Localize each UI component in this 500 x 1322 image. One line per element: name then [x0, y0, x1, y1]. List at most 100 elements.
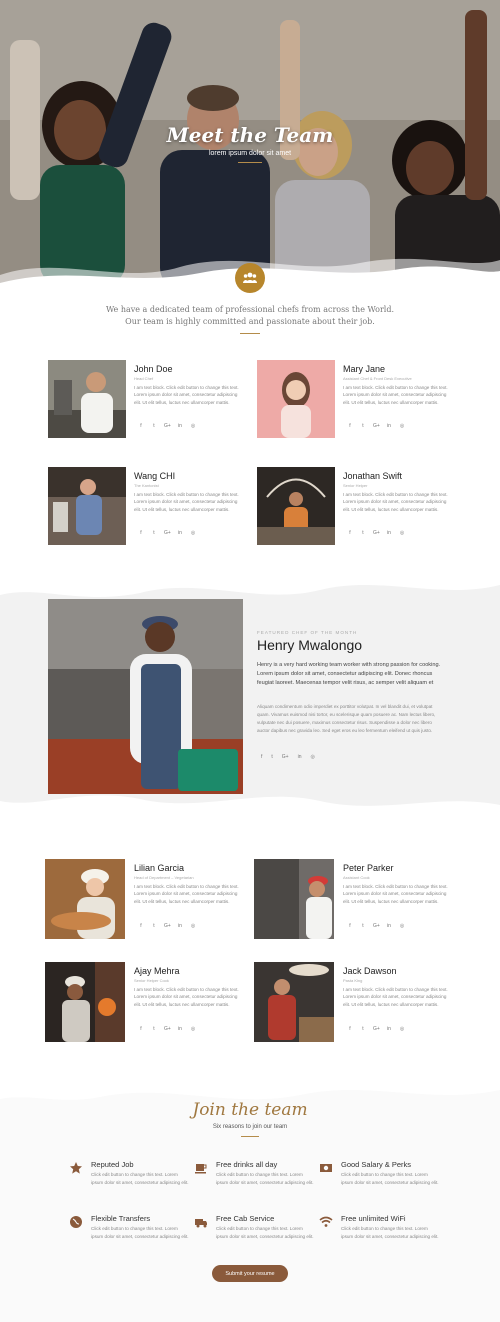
twitter-icon[interactable]: t: [360, 923, 366, 929]
hero-title: Meet the Team: [166, 123, 334, 147]
google-plus-icon[interactable]: G+: [373, 923, 380, 929]
google-plus-icon[interactable]: G+: [164, 423, 171, 429]
linkedin-icon[interactable]: in: [177, 1026, 183, 1032]
wifi-icon-svg: [319, 1216, 333, 1227]
team-card-ajay-mehra: Ajay Mehra Senior Helper Cook I am text …: [45, 962, 250, 1042]
reason-salary-perks: Good Salary & Perks Click edit button to…: [318, 1160, 448, 1200]
google-plus-icon[interactable]: G+: [164, 923, 171, 929]
member-name: John Doe: [134, 364, 173, 374]
featured-chef-photo: [48, 599, 243, 794]
chef-photo: [45, 962, 125, 1042]
google-plus-icon[interactable]: G+: [373, 1026, 380, 1032]
join-subtitle: Six reasons to join our team: [212, 1124, 288, 1130]
coffee-icon: [193, 1160, 209, 1176]
social-links: f t G+ in ◎: [138, 1026, 196, 1032]
hero-subtitle: lorem ipsum dolor sit amet: [208, 150, 292, 157]
instagram-icon[interactable]: ◎: [190, 423, 196, 429]
facebook-icon[interactable]: f: [347, 923, 353, 929]
facebook-icon[interactable]: f: [138, 530, 144, 536]
instagram-icon[interactable]: ◎: [399, 1026, 405, 1032]
twitter-icon[interactable]: t: [151, 923, 157, 929]
twitter-icon[interactable]: t: [271, 754, 272, 760]
team-card-lilian-garcia: Lilian Garcia Head of Department – Veget…: [45, 859, 250, 939]
linkedin-icon[interactable]: in: [386, 423, 392, 429]
globe-icon-svg: [70, 1216, 82, 1228]
featured-kicker: FEATURED CHEF OF THE MONTH: [257, 630, 358, 635]
member-name: Jack Dawson: [343, 966, 397, 976]
twitter-icon[interactable]: t: [360, 530, 366, 536]
reason-desc: Click edit button to change this text. L…: [341, 1226, 439, 1239]
member-role: Assistant Cook: [343, 875, 370, 880]
google-plus-icon[interactable]: G+: [164, 530, 171, 536]
member-name: Mary Jane: [343, 364, 386, 374]
instagram-icon[interactable]: ◎: [399, 923, 405, 929]
instagram-icon[interactable]: ◎: [399, 423, 405, 429]
social-links: f t G+ in ◎: [347, 1026, 405, 1032]
linkedin-icon[interactable]: in: [386, 530, 392, 536]
team-icon: [243, 272, 257, 283]
facebook-icon[interactable]: f: [347, 530, 353, 536]
coffee-icon-svg: [195, 1164, 207, 1174]
instagram-icon[interactable]: ◎: [190, 1026, 196, 1032]
member-role: Senior Helper: [343, 483, 368, 488]
team-photo: [45, 859, 125, 939]
twitter-icon[interactable]: t: [151, 423, 157, 429]
reason-title: Free drinks all day: [216, 1160, 278, 1169]
instagram-icon[interactable]: ◎: [399, 530, 405, 536]
facebook-icon[interactable]: f: [347, 1026, 353, 1032]
linkedin-icon[interactable]: in: [177, 923, 183, 929]
facebook-icon[interactable]: f: [347, 423, 353, 429]
truck-icon-svg: [195, 1219, 207, 1228]
team-photo: [254, 962, 334, 1042]
instagram-icon[interactable]: ◎: [190, 530, 196, 536]
team-photo: [257, 467, 335, 545]
facebook-icon[interactable]: f: [138, 423, 144, 429]
team-photo: [254, 859, 334, 939]
twitter-icon[interactable]: t: [151, 1026, 157, 1032]
google-plus-icon[interactable]: G+: [282, 754, 289, 760]
wifi-icon: [318, 1214, 334, 1230]
google-plus-icon[interactable]: G+: [373, 423, 380, 429]
member-name: Jonathan Swift: [343, 471, 403, 481]
social-links: f t G+ in ◎: [347, 530, 405, 536]
money-icon-svg: [320, 1164, 332, 1172]
featured-intro: Henry is a very hard working team worker…: [257, 662, 441, 686]
facebook-icon[interactable]: f: [138, 1026, 144, 1032]
linkedin-icon[interactable]: in: [177, 530, 183, 536]
facebook-icon[interactable]: f: [261, 754, 262, 760]
globe-icon: [68, 1214, 84, 1230]
member-role: Senior Helper Cook: [134, 978, 169, 983]
member-name: Ajay Mehra: [134, 966, 180, 976]
reason-free-cab: Free Cab Service Click edit button to ch…: [193, 1214, 323, 1254]
team-photo: [48, 467, 126, 545]
reason-free-wifi: Free unlimited WiFi Click edit button to…: [318, 1214, 448, 1254]
reason-desc: Click edit button to change this text. L…: [216, 1226, 314, 1239]
linkedin-icon[interactable]: in: [386, 1026, 392, 1032]
twitter-icon[interactable]: t: [151, 530, 157, 536]
star-icon-svg: [70, 1162, 82, 1174]
reason-desc: Click edit button to change this text. L…: [216, 1172, 314, 1185]
google-plus-icon[interactable]: G+: [164, 1026, 171, 1032]
linkedin-icon[interactable]: in: [298, 754, 302, 760]
google-plus-icon[interactable]: G+: [373, 530, 380, 536]
featured-body: Aliquam condimentum odio imperdiet ex po…: [257, 704, 436, 733]
linkedin-icon[interactable]: in: [386, 923, 392, 929]
truck-icon: [193, 1214, 209, 1230]
reason-reputed-job: Reputed Job Click edit button to change …: [68, 1160, 198, 1200]
social-links: f t G+ in ◎: [138, 423, 196, 429]
twitter-icon[interactable]: t: [360, 1026, 366, 1032]
team-card-wang-chi: Wang CHI The Kantonist I am text block. …: [48, 467, 248, 547]
submit-resume-button[interactable]: Submit your resume: [212, 1265, 288, 1282]
member-bio: I am text block. Click edit button to ch…: [343, 884, 448, 904]
member-bio: I am text block. Click edit button to ch…: [343, 987, 448, 1007]
instagram-icon[interactable]: ◎: [311, 754, 315, 760]
featured-social-links: f t G+ in ◎: [261, 754, 315, 760]
linkedin-icon[interactable]: in: [177, 423, 183, 429]
facebook-icon[interactable]: f: [138, 923, 144, 929]
join-title: Join the team: [192, 1100, 308, 1120]
instagram-icon[interactable]: ◎: [190, 923, 196, 929]
chef-photo: [45, 859, 125, 939]
chef-photo: [257, 467, 335, 545]
twitter-icon[interactable]: t: [360, 423, 366, 429]
reason-title: Good Salary & Perks: [341, 1160, 412, 1169]
